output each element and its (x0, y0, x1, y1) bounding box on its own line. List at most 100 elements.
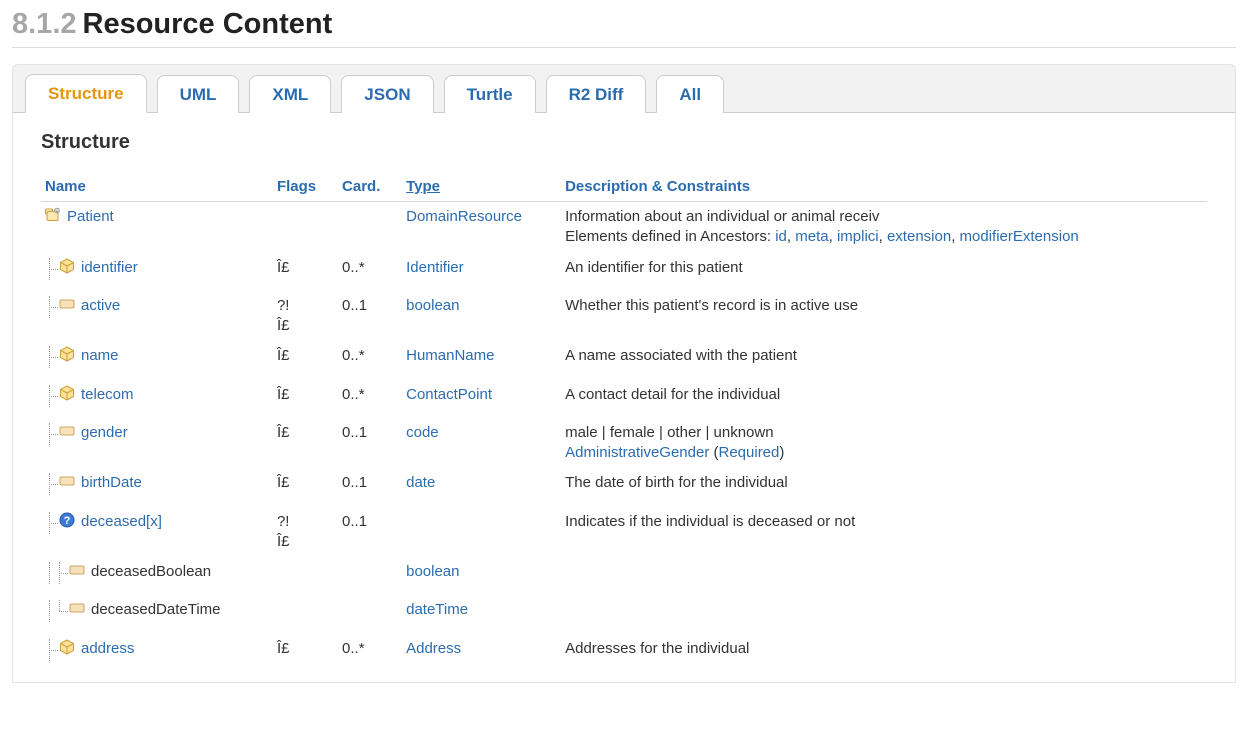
type-link[interactable]: Address (406, 640, 461, 657)
tab-all[interactable]: All (656, 75, 724, 113)
col-name[interactable]: Name (41, 172, 273, 202)
svg-text:?: ? (64, 515, 71, 527)
type-cell: code (402, 418, 561, 469)
cardinality-cell (338, 202, 402, 253)
structure-subheading: Structure (41, 131, 1207, 154)
flags-cell: Î£ (273, 253, 338, 291)
element-name[interactable]: deceased[x] (81, 512, 162, 532)
element-name[interactable]: telecom (81, 385, 134, 405)
col-card[interactable]: Card. (338, 172, 402, 202)
description-cell: Information about an individual or anima… (561, 202, 1207, 253)
table-row: address Î£0..*Address Addresses for the in… (41, 634, 1207, 672)
cardinality-cell (338, 595, 402, 633)
cardinality-cell: 0..1 (338, 468, 402, 506)
section-number: 8.1.2 (12, 8, 77, 40)
description-cell: Addresses for the individual (561, 634, 1207, 672)
type-cell: Identifier (402, 253, 561, 291)
type-link[interactable]: HumanName (406, 347, 494, 364)
cardinality-cell: 0..1 (338, 291, 402, 342)
table-row: Patient DomainResource Information about a… (41, 202, 1207, 253)
flags-cell: Î£ (273, 634, 338, 672)
tab-json[interactable]: JSON (341, 75, 433, 113)
type-link[interactable]: code (406, 424, 439, 441)
type-link[interactable]: boolean (406, 297, 459, 314)
page-heading: 8.1.2Resource Content (12, 8, 1236, 48)
type-link[interactable]: date (406, 474, 435, 491)
ancestor-link[interactable]: id (775, 228, 787, 245)
description-cell: male | female | other | unknown Administr… (561, 418, 1207, 469)
ancestors-prefix: Elements defined in Ancestors: (565, 228, 775, 245)
type-link[interactable]: dateTime (406, 601, 468, 618)
tab-content: Structure Name Flags Card. Type Descript… (12, 113, 1236, 683)
ancestor-link[interactable]: extension (887, 228, 951, 245)
description-text: Information about an individual or anima… (565, 208, 879, 225)
col-type-link[interactable]: Type (406, 178, 440, 195)
description-cell: A name associated with the patient (561, 341, 1207, 379)
type-link[interactable]: Identifier (406, 259, 464, 276)
type-cell: date (402, 468, 561, 506)
description-text: The date of birth for the individual (565, 474, 788, 491)
type-link[interactable]: boolean (406, 563, 459, 580)
datatype-icon (59, 346, 75, 362)
type-link[interactable]: ContactPoint (406, 386, 492, 403)
ancestor-link[interactable]: modifierExtension (960, 228, 1079, 245)
type-link[interactable]: DomainResource (406, 208, 522, 225)
tree-wrapper: ? deceased[x] (45, 512, 162, 534)
tab-turtle[interactable]: Turtle (444, 75, 536, 113)
tree-wrapper: deceasedBoolean (45, 562, 211, 584)
cardinality-cell (338, 557, 402, 595)
element-name[interactable]: birthDate (81, 473, 142, 493)
flags-cell: ?!Î£ (273, 507, 338, 558)
element-name: deceasedBoolean (91, 562, 211, 582)
structure-table: Name Flags Card. Type Description & Cons… (41, 172, 1207, 672)
tab-r2-diff[interactable]: R2 Diff (546, 75, 647, 113)
primitive-icon (69, 600, 85, 616)
tree-joint (55, 562, 69, 584)
element-name[interactable]: gender (81, 423, 128, 443)
cardinality-cell: 0..* (338, 634, 402, 672)
binding-strength[interactable]: Required (719, 444, 780, 461)
tree-joint (45, 639, 59, 661)
tree-vline (45, 562, 55, 584)
col-desc[interactable]: Description & Constraints (561, 172, 1207, 202)
element-name[interactable]: identifier (81, 258, 138, 278)
tree-wrapper: Patient (45, 207, 114, 227)
binding-link[interactable]: AdministrativeGender (565, 444, 709, 461)
type-cell: Address (402, 634, 561, 672)
element-name[interactable]: address (81, 639, 134, 659)
tab-xml[interactable]: XML (249, 75, 331, 113)
flags-cell: Î£ (273, 468, 338, 506)
col-flags[interactable]: Flags (273, 172, 338, 202)
description-text: Indicates if the individual is deceased … (565, 513, 855, 530)
tab-structure[interactable]: Structure (25, 74, 147, 113)
flags-cell: Î£ (273, 341, 338, 379)
description-cell: Whether this patient's record is in acti… (561, 291, 1207, 342)
ancestor-link[interactable]: implici (837, 228, 879, 245)
primitive-icon (59, 296, 75, 312)
tree-joint (55, 600, 69, 622)
tree-joint (45, 473, 59, 495)
tree-wrapper: birthDate (45, 473, 142, 495)
description-text: An identifier for this patient (565, 259, 743, 276)
element-name[interactable]: name (81, 346, 119, 366)
cardinality-cell: 0..1 (338, 418, 402, 469)
primitive-icon (69, 562, 85, 578)
ancestor-link[interactable]: meta (795, 228, 828, 245)
datatype-icon (59, 639, 75, 655)
flags-cell: ?!Î£ (273, 291, 338, 342)
tab-uml[interactable]: UML (157, 75, 240, 113)
tab-bar: Structure UMLXML JSON Turtle R2 DiffAll (12, 64, 1236, 113)
tree-joint (45, 423, 59, 445)
table-row: genderÎ£0..1codemale | female | other | … (41, 418, 1207, 469)
resource-icon (45, 207, 61, 223)
element-name[interactable]: Patient (67, 207, 114, 227)
table-row: identifierÎ£0..*IdentifierAn identifier … (41, 253, 1207, 291)
datatype-icon (59, 385, 75, 401)
type-cell: boolean (402, 291, 561, 342)
description-text: A name associated with the patient (565, 347, 797, 364)
section-title: Resource Content (83, 8, 333, 40)
col-type[interactable]: Type (402, 172, 561, 202)
description-cell (561, 557, 1207, 595)
element-name[interactable]: active (81, 296, 120, 316)
description-text: male | female | other | unknown (565, 424, 773, 441)
